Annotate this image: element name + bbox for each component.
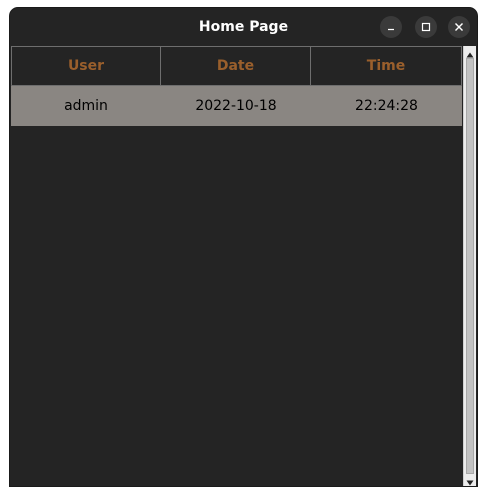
close-icon <box>454 22 464 32</box>
cell-time[interactable]: 22:24:28 <box>311 86 462 126</box>
app-window: Home Page User Date Time admin 2022-10-1… <box>9 7 478 487</box>
table-header: User Date Time <box>11 46 462 86</box>
title-bar[interactable]: Home Page <box>10 8 477 46</box>
maximize-button[interactable] <box>415 16 437 38</box>
arrow-down-icon <box>466 471 474 487</box>
table-view[interactable]: User Date Time admin 2022-10-18 22:24:28 <box>11 46 462 486</box>
cell-user[interactable]: admin <box>11 86 161 126</box>
cell-date[interactable]: 2022-10-18 <box>161 86 311 126</box>
maximize-icon <box>421 22 431 32</box>
minimize-icon <box>386 22 396 32</box>
table-row[interactable]: admin 2022-10-18 22:24:28 <box>11 86 462 126</box>
column-header-user[interactable]: User <box>11 46 161 86</box>
scroll-down-button[interactable] <box>464 475 476 485</box>
scrollbar-thumb[interactable] <box>466 58 474 474</box>
close-button[interactable] <box>448 16 470 38</box>
minimize-button[interactable] <box>380 16 402 38</box>
column-header-time[interactable]: Time <box>311 46 462 86</box>
column-header-date[interactable]: Date <box>161 46 311 86</box>
scroll-up-button[interactable] <box>464 47 476 57</box>
vertical-scrollbar[interactable] <box>463 46 476 486</box>
window-title: Home Page <box>198 19 289 35</box>
